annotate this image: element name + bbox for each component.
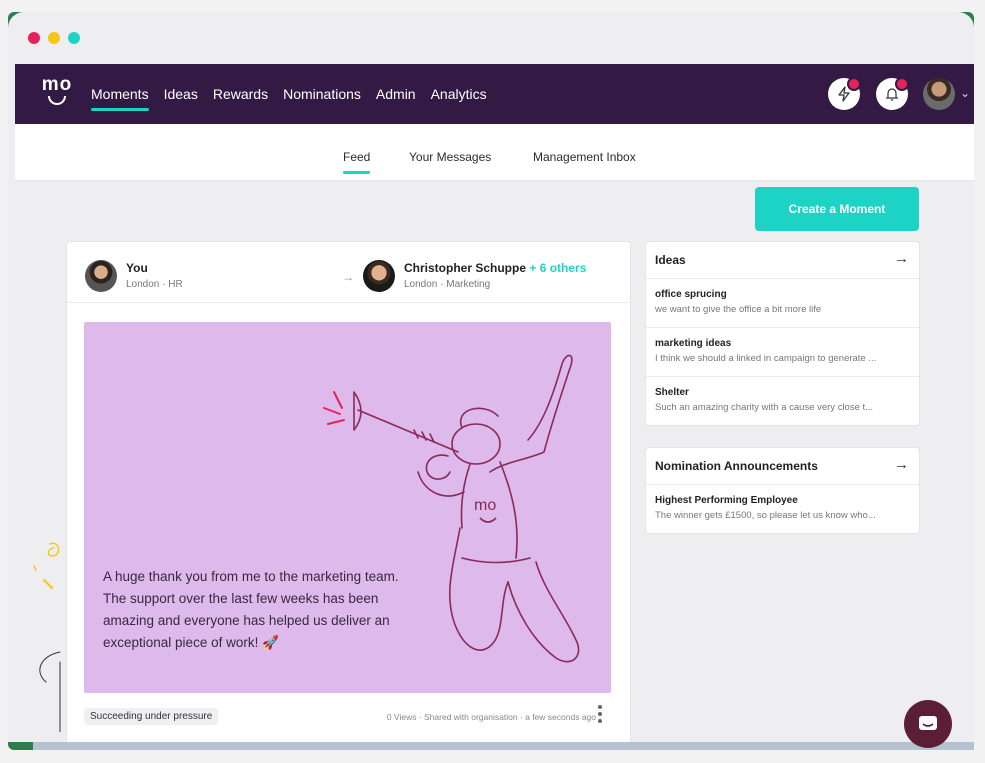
nomination-item[interactable]: Highest Performing Employee The winner g… [646,485,919,533]
arrow-right-icon: → [342,270,354,284]
recipient-line: Christopher Schuppe + 6 others [404,261,586,275]
idea-desc: Such an amazing charity with a cause ver… [655,402,874,413]
sub-navbar: Feed Your Messages Management Inbox [15,124,974,181]
chevron-down-icon[interactable]: ⌄ [960,86,970,100]
idea-item[interactable]: office sprucing we want to give the offi… [646,279,919,328]
ideas-panel-title: Ideas [655,253,686,267]
sender-meta: London · HR [126,279,183,290]
nav-analytics[interactable]: Analytics [431,86,487,102]
chat-icon [919,716,937,730]
arrow-right-icon[interactable]: → [894,456,909,473]
post-meta: 0 Views · Shared with organisation · a f… [386,712,596,722]
tab-management-inbox[interactable]: Management Inbox [533,150,636,164]
idea-title: Shelter [655,387,689,398]
idea-item[interactable]: Shelter Such an amazing charity with a c… [646,377,919,425]
activity-button[interactable] [828,77,861,110]
value-tag[interactable]: Succeeding under pressure [84,708,219,725]
nominations-panel: Nomination Announcements → Highest Perfo… [645,447,920,534]
logo-text: mo [41,74,73,95]
notifications-button[interactable] [876,77,909,110]
maximize-dot[interactable] [68,32,80,44]
tab-feed[interactable]: Feed [343,150,371,174]
mo-shirt-text: mo [474,497,496,514]
decorative-doodle [33,542,61,732]
idea-desc: we want to give the office a bit more li… [655,304,822,315]
ideas-panel-header: Ideas → [646,242,919,279]
arrow-right-icon[interactable]: → [894,250,909,267]
nav-nominations[interactable]: Nominations [283,86,361,102]
ideas-panel: Ideas → office sprucing we want to give … [645,241,920,426]
moment-card: mo A huge thank you from me to the marke… [84,322,611,693]
card-message: A huge thank you from me to the marketin… [103,569,399,650]
user-avatar[interactable] [923,78,955,110]
chat-launcher-button[interactable] [904,700,952,748]
more-options-icon[interactable] [598,705,606,723]
recipient-others[interactable]: + 6 others [529,261,586,275]
recipient-avatar[interactable] [363,260,395,292]
sender-avatar[interactable] [85,260,117,292]
minimize-dot[interactable] [48,32,60,44]
close-dot[interactable] [28,32,40,44]
notifications-badge [895,77,909,91]
main-nav: Moments Ideas Rewards Nominations Admin … [91,64,487,124]
activity-badge [847,77,861,91]
nominations-panel-title: Nomination Announcements [655,459,818,473]
nav-moments[interactable]: Moments [91,86,149,111]
nav-admin[interactable]: Admin [376,86,416,102]
window-controls [28,32,80,44]
top-navbar: mo Moments Ideas Rewards Nominations Adm… [15,64,974,124]
mo-logo[interactable]: mo [37,74,77,105]
logo-smile-icon [48,96,66,105]
idea-title: marketing ideas [655,338,732,349]
moment-post: You London · HR → Christopher Schuppe + … [66,241,631,742]
create-moment-button[interactable]: Create a Moment [755,187,919,231]
idea-item[interactable]: marketing ideas I think we should a link… [646,328,919,377]
scroll-strip [33,742,974,750]
nominations-panel-header: Nomination Announcements → [646,448,919,485]
idea-title: office sprucing [655,289,727,300]
post-header: You London · HR → Christopher Schuppe + … [67,242,630,303]
nomination-desc: The winner gets £1500, so please let us … [655,510,876,521]
idea-desc: I think we should a linked in campaign t… [655,353,877,364]
nomination-title: Highest Performing Employee [655,495,798,506]
recipient-name[interactable]: Christopher Schuppe [404,261,526,275]
nav-rewards[interactable]: Rewards [213,86,268,102]
sender-name[interactable]: You [126,261,148,275]
tab-your-messages[interactable]: Your Messages [409,150,491,164]
nav-ideas[interactable]: Ideas [164,86,198,102]
recipient-meta: London · Marketing [404,279,491,290]
app-window: mo Moments Ideas Rewards Nominations Adm… [8,12,974,742]
